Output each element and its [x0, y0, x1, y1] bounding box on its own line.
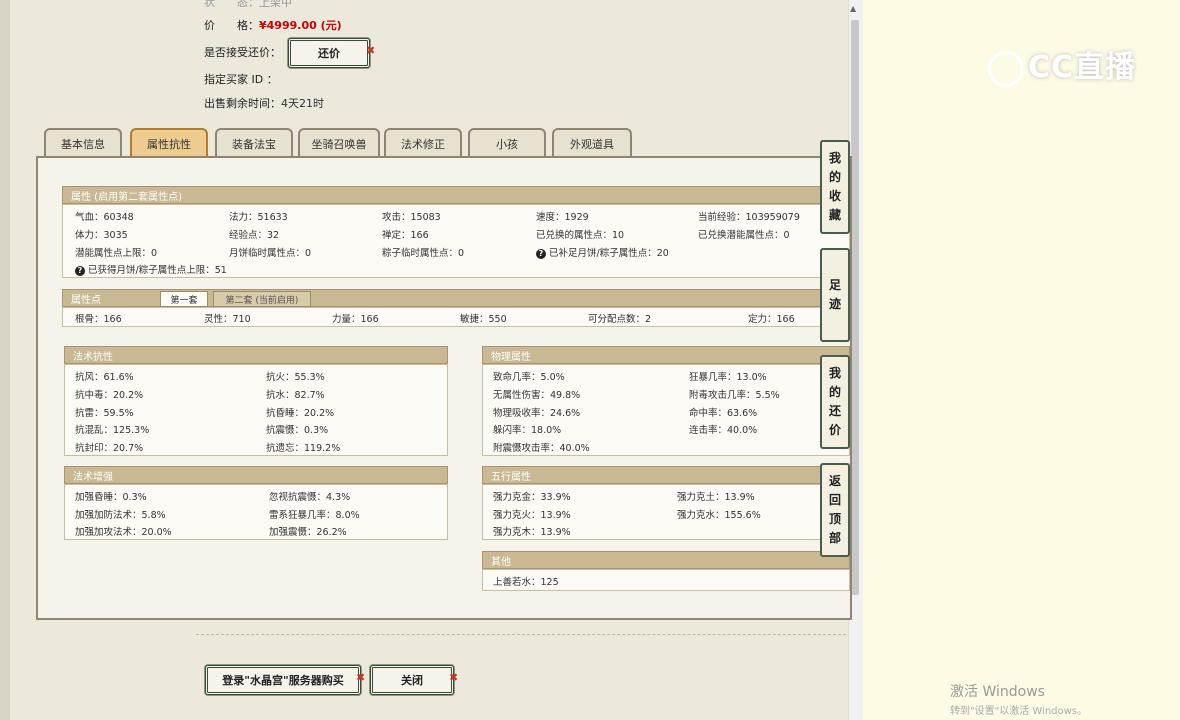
attr-potential-cap: 潜能属性点上限：0: [75, 248, 158, 259]
points-available: 可分配点数：2: [588, 314, 652, 325]
cc-live-watermark: CC直播: [988, 42, 1136, 87]
tab-attributes[interactable]: 属性抗性: [130, 128, 208, 158]
points-endurance: 定力：166: [748, 314, 795, 325]
five-earth: 强力克土：13.9%: [677, 492, 755, 503]
back-to-top-button[interactable]: 返回顶部: [820, 463, 850, 557]
physical-header: 物理属性: [482, 346, 850, 364]
five-metal: 强力克金：33.9%: [493, 492, 571, 503]
resist-sleep: 抗昏睡：20.2%: [266, 408, 335, 419]
attr-stamina: 体力：3035: [75, 230, 128, 241]
attr-meditation: 禅定：166: [382, 230, 429, 241]
boost-deter: 加强震慑：26.2%: [269, 527, 347, 538]
points-agility: 敏捷：550: [460, 314, 507, 325]
attr-filled-points: ? 已补足月饼/粽子属性点：20: [536, 245, 669, 259]
activate-windows-title: 激活 Windows: [950, 684, 1045, 700]
points-constitution: 根骨：166: [75, 314, 122, 325]
price-value: ¥4999.00 (元): [259, 19, 342, 32]
price-row: 价 格：¥4999.00 (元): [204, 17, 342, 33]
points-body: [62, 307, 850, 327]
resist-forget: 抗遗忘：119.2%: [266, 443, 341, 454]
close-button-x-icon[interactable]: ✖: [449, 671, 458, 684]
points-strength: 力量：166: [332, 314, 379, 325]
phys-dodge: 躲闪率：18.0%: [493, 425, 562, 436]
bargain-close-icon[interactable]: ✖: [366, 44, 375, 57]
remaining-time-value: 4天21时: [281, 97, 324, 110]
price-label: 价 格：: [204, 19, 259, 32]
divider: [196, 634, 846, 635]
phys-hit: 命中率：63.6%: [689, 408, 758, 419]
phys-absorb: 物理吸收率：24.6%: [493, 408, 581, 419]
attr-speed: 速度：1929: [536, 212, 589, 223]
attr-header: 属性 (启用第二套属性点): [62, 186, 850, 204]
attr-hp: 气血：60348: [75, 212, 134, 223]
other-header: 其他: [482, 551, 850, 569]
tab-appearance[interactable]: 外观道具: [552, 128, 632, 158]
attr-obtained-cap: ? 已获得月饼/粽子属性点上限：51: [75, 262, 227, 276]
tab-spell-correction[interactable]: 法术修正: [384, 128, 462, 158]
five-wood: 强力克木：13.9%: [493, 527, 571, 538]
five-fire: 强力克火：13.9%: [493, 510, 571, 521]
phys-berserk: 狂暴几率：13.0%: [689, 372, 767, 383]
five-water: 强力克水：155.6%: [677, 510, 761, 521]
phys-poison-attack: 附毒攻击几率：5.5%: [689, 390, 780, 401]
boost-attack: 加强加攻法术：20.0%: [75, 527, 172, 538]
five-elements-header: 五行属性: [482, 466, 850, 484]
cc-logo-icon: [988, 50, 1024, 87]
resist-fire: 抗火：55.3%: [266, 372, 325, 383]
boost-thunder-berserk: 雷系狂暴几率：8.0%: [269, 510, 360, 521]
phys-combo: 连击率：40.0%: [689, 425, 758, 436]
empty-right-area: [862, 0, 1180, 720]
scroll-up-arrow-icon[interactable]: ▲: [850, 4, 856, 13]
activate-windows-subtitle: 转到"设置"以激活 Windows。: [950, 706, 1088, 717]
my-favorites-button[interactable]: 我的收藏: [820, 140, 850, 234]
remaining-time-row: 出售剩余时间：4天21时: [204, 95, 324, 111]
resist-deter: 抗震慑：0.3%: [266, 425, 329, 436]
points-spirit: 灵性：710: [204, 314, 251, 325]
login-buy-close-icon[interactable]: ✖: [356, 671, 365, 684]
buyer-id-label: 指定买家 ID ：: [204, 73, 278, 86]
magic-boost-header: 法术增强: [64, 466, 448, 484]
boost-sleep: 加强昏睡：0.3%: [75, 492, 147, 503]
login-buy-button[interactable]: 登录"水晶宫"服务器购买: [205, 665, 361, 695]
boost-defense: 加强加防法术：5.8%: [75, 510, 166, 521]
boost-ignore-deter: 忽视抗震慑：4.3%: [269, 492, 351, 503]
points-set-2-tab[interactable]: 第二套 (当前启用): [213, 291, 311, 307]
magic-resist-header: 法术抗性: [64, 346, 448, 364]
footprint-button[interactable]: 足迹: [820, 248, 850, 342]
attr-zongzi-temp: 粽子临时属性点：0: [382, 248, 465, 259]
attr-attack: 攻击：15083: [382, 212, 441, 223]
remaining-time-label: 出售剩余时间：: [204, 97, 281, 110]
resist-poison: 抗中毒：20.2%: [75, 390, 144, 401]
resist-chaos: 抗混乱：125.3%: [75, 425, 150, 436]
phys-crit: 致命几率：5.0%: [493, 372, 565, 383]
attr-mp: 法力：51633: [229, 212, 288, 223]
attr-exchanged-potential: 已兑换潜能属性点：0: [698, 230, 790, 241]
status-row-partial: 状 态：上架中: [204, 0, 292, 9]
other-shangshan: 上善若水：125: [493, 577, 559, 588]
help-icon[interactable]: ?: [536, 249, 546, 259]
attr-exchanged-points: 已兑换的属性点：10: [536, 230, 625, 241]
attr-mooncake-temp: 月饼临时属性点：0: [229, 248, 312, 259]
tab-child[interactable]: 小孩: [468, 128, 546, 158]
tab-basic-info[interactable]: 基本信息: [44, 128, 122, 158]
points-set-1-tab[interactable]: 第一套: [160, 291, 208, 307]
phys-nonattr-dmg: 无属性伤害：49.8%: [493, 390, 581, 401]
bargain-label: 是否接受还价：: [204, 46, 281, 59]
attr-exp-points: 经验点：32: [229, 230, 280, 241]
resist-seal: 抗封印：20.7%: [75, 443, 144, 454]
resist-wind: 抗风：61.6%: [75, 372, 134, 383]
tab-equipment[interactable]: 装备法宝: [215, 128, 293, 158]
bargain-button[interactable]: 还价: [288, 38, 370, 68]
attr-exp: 当前经验：103959079: [698, 212, 800, 223]
phys-deter-attack: 附震慑攻击率：40.0%: [493, 443, 590, 454]
tab-mounts-pets[interactable]: 坐骑召唤兽: [298, 128, 380, 158]
close-button[interactable]: 关闭: [370, 665, 454, 695]
resist-water: 抗水：82.7%: [266, 390, 325, 401]
my-bargain-button[interactable]: 我的还价: [820, 355, 850, 449]
scrollbar-thumb[interactable]: [851, 20, 859, 595]
help-icon[interactable]: ?: [75, 266, 85, 276]
resist-thunder: 抗雷：59.5%: [75, 408, 134, 419]
